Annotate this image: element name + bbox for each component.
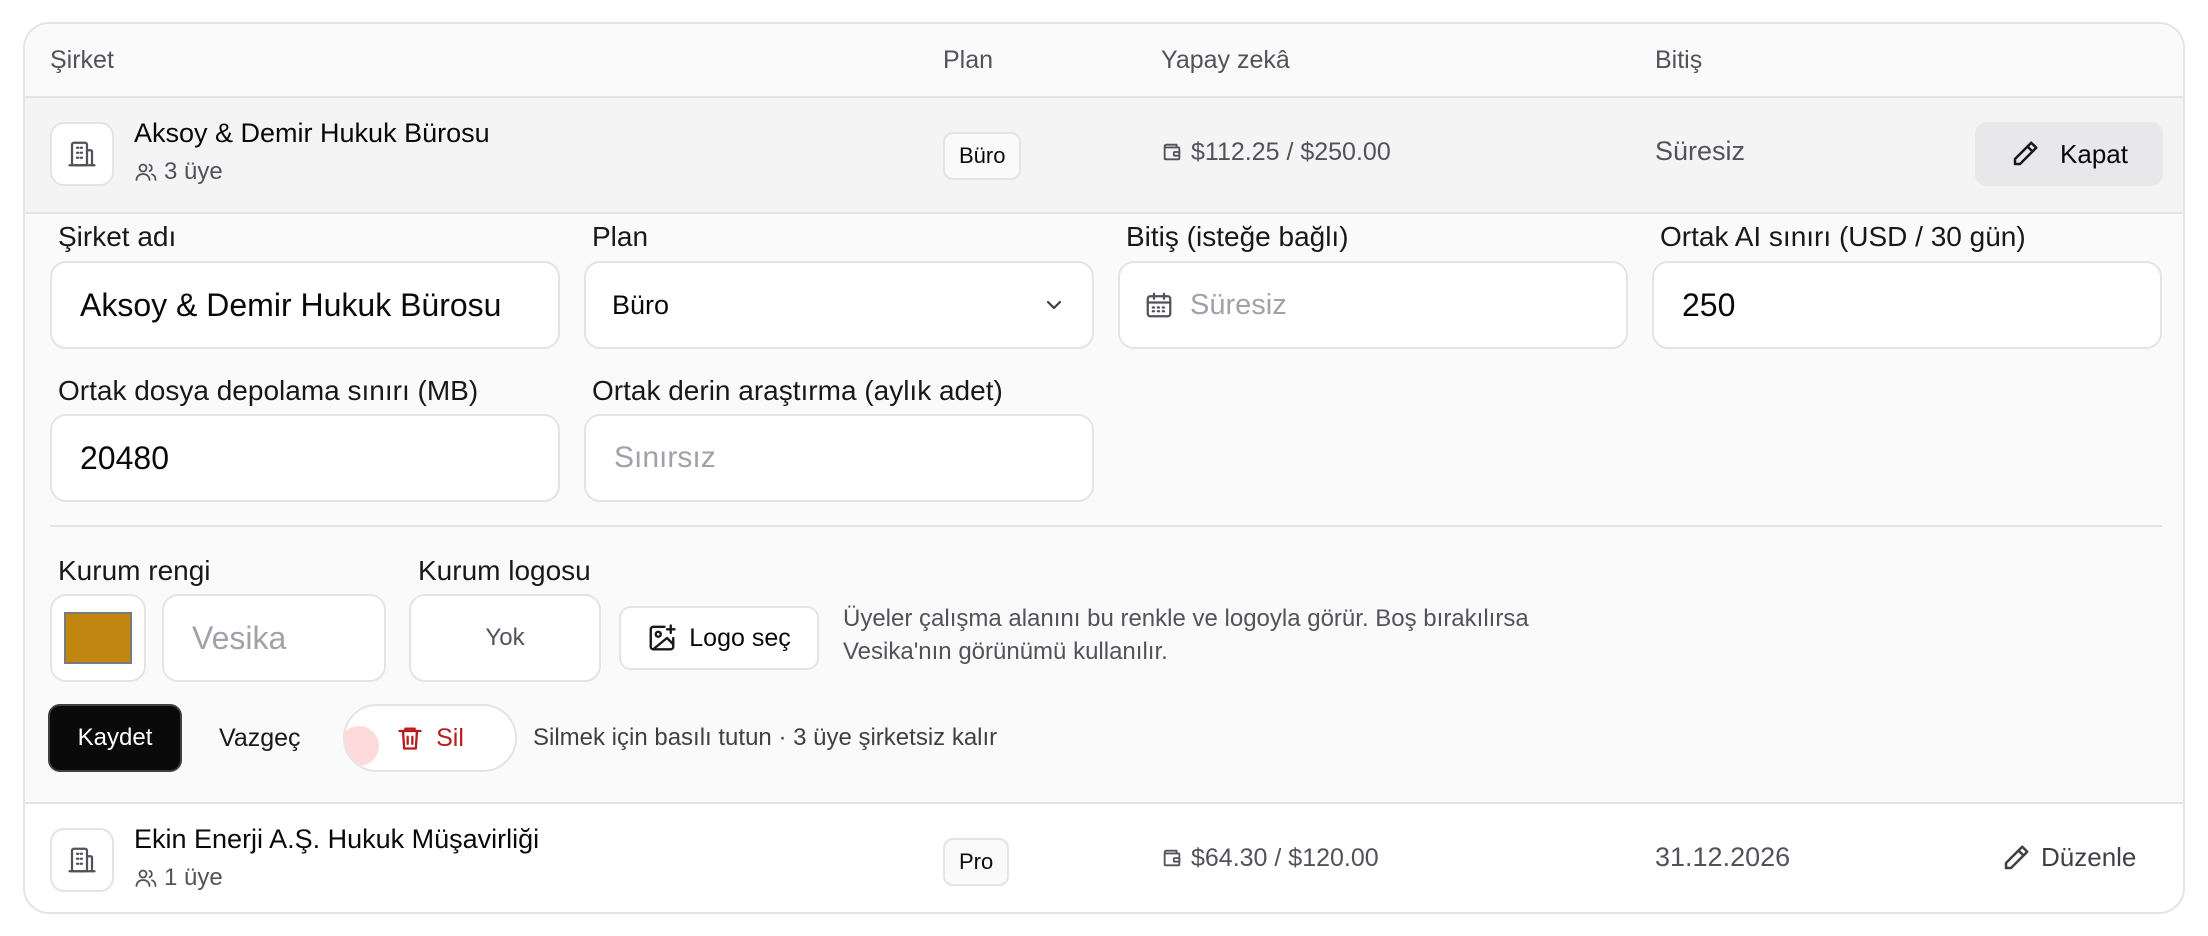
storage-limit-input[interactable]: 20480 — [50, 414, 560, 502]
expiry-label: Bitiş (isteğe bağlı) — [1126, 221, 1349, 252]
header-company: Şirket — [50, 46, 114, 74]
expiry-value: 31.12.2026 — [1655, 842, 1791, 872]
ai-limit-input[interactable]: 250 — [1652, 261, 2162, 349]
company-name-input[interactable]: Aksoy & Demir Hukuk Bürosu — [50, 261, 560, 349]
expiry-value: Süresiz — [1655, 136, 1746, 166]
edit-button[interactable]: Düzenle — [2001, 842, 2136, 873]
divider — [50, 525, 2162, 527]
branding-help-text: Üyeler çalışma alanını bu renkle ve logo… — [843, 605, 1529, 665]
brand-name-placeholder: Vesika — [192, 619, 287, 656]
header-plan: Plan — [943, 46, 994, 74]
close-edit-button[interactable]: Kapat — [1975, 122, 2163, 186]
pencil-icon — [2013, 141, 2038, 166]
choose-logo-button[interactable]: Logo seç — [619, 606, 819, 670]
table-row[interactable]: Ekin Enerji A.Ş. Hukuk Müşavirliği 1 üye… — [25, 802, 2183, 912]
chevron-down-icon — [1046, 300, 1062, 310]
hold-progress — [345, 726, 379, 766]
storage-limit-value: 20480 — [80, 439, 169, 476]
trash-icon — [398, 727, 422, 750]
storage-limit-label: Ortak dosya depolama sınırı (MB) — [58, 375, 479, 406]
save-label: Kaydet — [77, 724, 153, 751]
plan-badge: Büro — [943, 132, 1022, 180]
expiry-date-input[interactable]: Süresiz — [1118, 261, 1628, 349]
image-plus-icon — [649, 624, 676, 651]
ai-usage-value: $112.25 / $250.00 — [1191, 137, 1391, 166]
table-header: Şirket Plan Yapay zekâ Bitiş — [25, 24, 2183, 98]
edit-label: Düzenle — [2041, 842, 2137, 872]
plan-label: Plan — [592, 221, 649, 252]
ai-limit-value: 250 — [1682, 286, 1736, 323]
expiry-placeholder: Süresiz — [1190, 288, 1287, 321]
pencil-icon — [2004, 845, 2029, 869]
ai-usage: $64.30 / $120.00 — [1161, 838, 1379, 878]
delete-button[interactable]: Sil — [343, 704, 517, 772]
building-icon — [50, 122, 114, 186]
logo-label: Kurum logosu — [418, 555, 591, 586]
brand-color-picker[interactable] — [50, 594, 146, 682]
logo-preview-value: Yok — [485, 624, 525, 651]
users-icon — [135, 163, 157, 181]
save-button[interactable]: Kaydet — [48, 704, 182, 772]
company-name: Ekin Enerji A.Ş. Hukuk Müşavirliği — [134, 824, 540, 854]
close-edit-label: Kapat — [2060, 138, 2128, 169]
ai-limit-label: Ortak AI sınırı (USD / 30 gün) — [1660, 221, 2026, 252]
ai-usage: $112.25 / $250.00 — [1161, 132, 1391, 172]
ai-usage-value: $64.30 / $120.00 — [1191, 843, 1379, 872]
delete-label: Sil — [436, 723, 464, 752]
plan-select[interactable]: Büro — [584, 261, 1094, 349]
choose-logo-label: Logo seç — [689, 623, 791, 652]
company-name-input-value: Aksoy & Demir Hukuk Bürosu — [80, 286, 502, 323]
wallet-icon — [1163, 849, 1181, 867]
brand-color-label: Kurum rengi — [58, 555, 211, 586]
research-limit-input[interactable]: Sınırsız — [584, 414, 1094, 502]
header-ai: Yapay zekâ — [1161, 46, 1290, 74]
brand-color-swatch — [64, 612, 132, 664]
companies-table: Şirket Plan Yapay zekâ Bitiş Aksoy & Dem… — [23, 22, 2185, 914]
research-limit-label: Ortak derin araştırma (aylık adet) — [592, 375, 1003, 406]
member-count-label: 3 üye — [164, 158, 223, 185]
company-name: Aksoy & Demir Hukuk Bürosu — [134, 118, 490, 148]
calendar-icon — [1146, 292, 1172, 318]
header-expiry: Bitiş — [1655, 46, 1703, 74]
member-count-label: 1 üye — [164, 864, 223, 891]
member-count: 3 üye — [134, 158, 223, 186]
company-name-label: Şirket adı — [58, 221, 177, 252]
member-count: 1 üye — [134, 864, 223, 892]
building-icon — [50, 828, 114, 892]
plan-select-value: Büro — [612, 289, 670, 320]
users-icon — [135, 869, 157, 887]
delete-note: Silmek için basılı tutun · 3 üye şirkets… — [533, 724, 998, 751]
logo-preview: Yok — [409, 594, 601, 682]
wallet-icon — [1163, 143, 1181, 161]
research-limit-placeholder: Sınırsız — [614, 441, 716, 474]
plan-badge: Pro — [943, 838, 1010, 886]
cancel-button[interactable]: Vazgeç — [219, 724, 301, 753]
table-row[interactable]: Aksoy & Demir Hukuk Bürosu 3 üye Büro $1… — [25, 98, 2183, 214]
brand-name-input[interactable]: Vesika — [162, 594, 386, 682]
